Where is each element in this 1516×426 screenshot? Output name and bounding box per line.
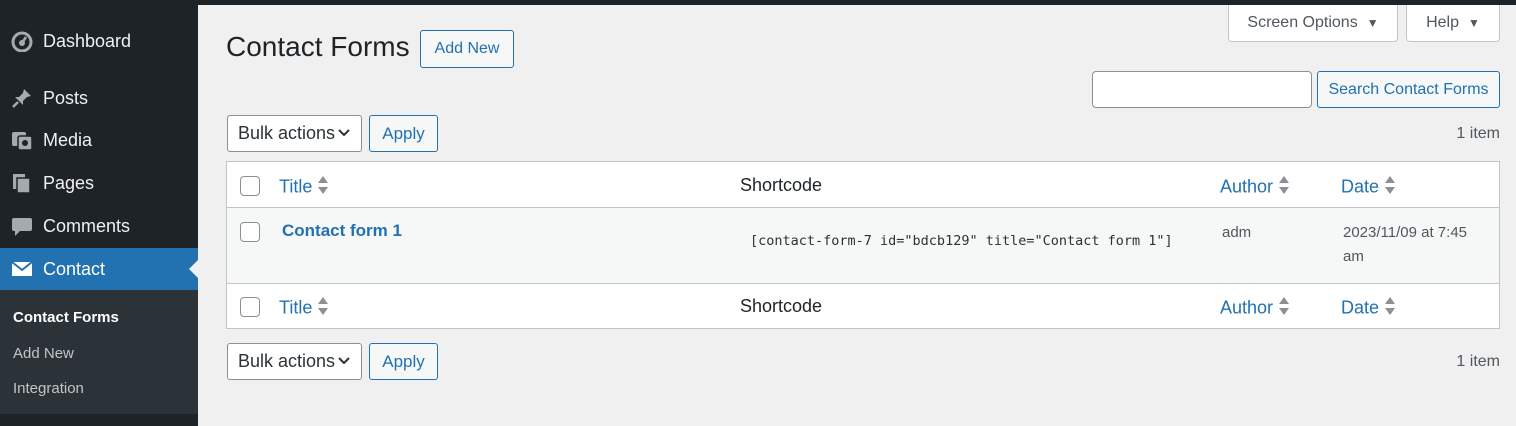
comment-icon [10,214,34,238]
sidebar-item-label: Comments [43,215,131,236]
caret-down-icon: ▼ [1468,16,1480,30]
active-menu-arrow [189,260,198,278]
column-title-label: Title [279,297,313,318]
column-title-label: Title [279,176,313,197]
sidebar-item-dashboard[interactable]: Dashboard [0,20,198,62]
column-shortcode-footer: Shortcode [740,296,823,316]
pages-icon [10,171,34,195]
sidebar-item-posts[interactable]: Posts [0,77,198,119]
bulk-actions-select-bottom[interactable]: Bulk actions [227,343,362,380]
media-icon [10,128,34,152]
screen-options-button[interactable]: Screen Options ▼ [1228,5,1398,42]
column-title-footer[interactable]: Title [279,296,329,321]
column-author-footer[interactable]: Author [1220,296,1290,321]
envelope-icon [10,257,34,281]
form-title-link[interactable]: Contact form 1 [282,221,402,241]
bulk-actions-select-top[interactable]: Bulk actions [227,115,362,152]
search-input[interactable] [1092,71,1312,108]
select-all-checkbox[interactable] [240,176,260,196]
help-label: Help [1426,14,1459,31]
item-count-bottom: 1 item [1456,353,1500,370]
sort-icon [317,175,329,200]
column-date-header[interactable]: Date [1341,175,1396,200]
dashboard-icon [10,29,34,53]
sidebar-item-label: Dashboard [43,30,132,51]
add-new-button[interactable]: Add New [420,30,514,68]
select-all-checkbox-footer[interactable] [240,297,260,317]
column-date-label: Date [1341,297,1380,318]
bulk-actions-label: Bulk actions [238,351,336,371]
sort-icon [1384,296,1396,321]
pin-icon [10,86,34,110]
caret-down-icon: ▼ [1366,16,1379,30]
shortcode-text: [contact-form-7 id="bdcb129" title="Cont… [750,233,1173,249]
contact-forms-table: Title Shortcode Author Date Contact form… [226,161,1500,329]
sidebar-item-label: Posts [43,87,89,108]
author-cell: adm [1222,224,1252,241]
admin-sidebar: Dashboard Posts Media Pages Comments Con… [0,0,198,426]
sidebar-item-comments[interactable]: Comments [0,205,198,247]
column-shortcode-header: Shortcode [740,175,823,195]
column-date-footer[interactable]: Date [1341,296,1396,321]
submenu-contact-forms[interactable]: Contact Forms [13,309,119,326]
sort-icon [1384,175,1396,200]
column-author-header[interactable]: Author [1220,175,1290,200]
table-footer-row: Title Shortcode Author Date [227,283,1499,329]
column-author-label: Author [1220,297,1274,318]
sort-icon [317,296,329,321]
submenu-add-new[interactable]: Add New [13,345,74,362]
date-cell-line2: am [1343,248,1364,265]
bulk-actions-label: Bulk actions [238,123,336,143]
screen-options-label: Screen Options [1247,14,1358,31]
sidebar-item-contact[interactable]: Contact [0,248,198,290]
submenu-integration[interactable]: Integration [13,380,84,397]
help-button[interactable]: Help ▼ [1406,5,1500,42]
date-cell-line1: 2023/11/09 at 7:45 [1343,224,1467,241]
item-count-top: 1 item [1456,125,1500,142]
apply-button-top[interactable]: Apply [369,115,438,152]
sort-icon [1278,296,1290,321]
sidebar-item-label: Media [43,129,93,150]
column-date-label: Date [1341,176,1380,197]
chevron-down-icon [337,125,351,146]
search-contact-forms-button[interactable]: Search Contact Forms [1317,71,1500,108]
contact-submenu: Contact Forms Add New Integration [0,290,198,414]
sidebar-item-pages[interactable]: Pages [0,162,198,204]
sidebar-item-label: Contact [43,258,106,279]
column-author-label: Author [1220,176,1274,197]
sidebar-item-label: Pages [43,172,95,193]
page-title: Contact Forms [226,31,410,62]
table-header-row: Title Shortcode Author Date [227,162,1499,208]
row-checkbox[interactable] [240,222,260,242]
sort-icon [1278,175,1290,200]
chevron-down-icon [337,353,351,374]
sidebar-item-media[interactable]: Media [0,119,198,161]
table-row: Contact form 1 [contact-form-7 id="bdcb1… [227,208,1499,283]
column-title-header[interactable]: Title [279,175,329,200]
apply-button-bottom[interactable]: Apply [369,343,438,380]
